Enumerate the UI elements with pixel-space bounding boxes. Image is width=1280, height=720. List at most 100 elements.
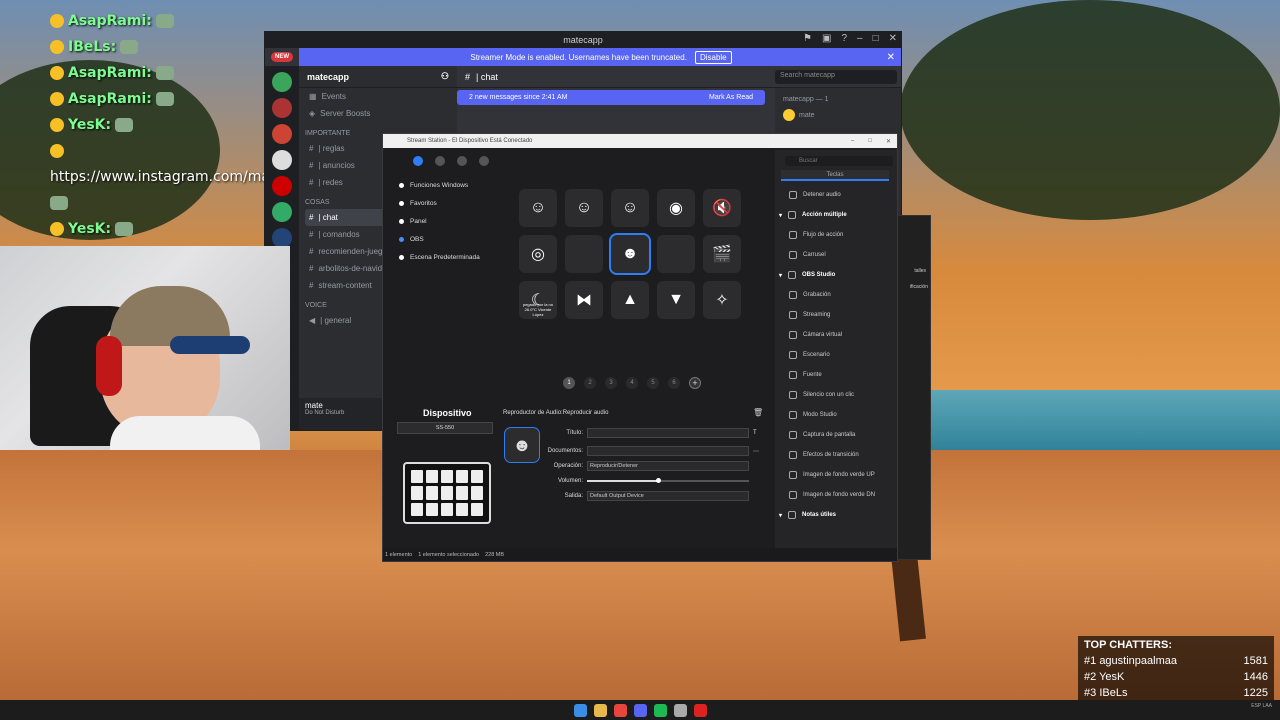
maximize-icon[interactable]: □ xyxy=(873,33,879,44)
menu-item-active[interactable]: OBS xyxy=(399,230,480,248)
person-photo-icon[interactable]: ☺ xyxy=(611,189,649,227)
spotify-icon[interactable] xyxy=(653,703,667,717)
empty-key[interactable] xyxy=(565,235,603,273)
title-input[interactable] xyxy=(587,428,749,438)
chrome-icon[interactable] xyxy=(613,703,627,717)
action-item[interactable]: Silencio con un clic xyxy=(775,385,897,405)
action-category[interactable]: ▾ Acción múltiple xyxy=(775,205,897,225)
action-item[interactable]: Captura de pantalla xyxy=(775,425,897,445)
action-category[interactable]: ▾ Notas útiles xyxy=(775,505,897,525)
menu-item[interactable]: Panel xyxy=(399,212,480,230)
action-search-input[interactable]: Buscar xyxy=(785,156,893,166)
server-icon[interactable] xyxy=(272,150,292,170)
action-item[interactable]: Streaming xyxy=(775,305,897,325)
device-select[interactable]: SS-550 xyxy=(397,422,493,434)
action-category[interactable]: ▾ OBS Studio xyxy=(775,265,897,285)
inbox-icon[interactable]: ⚑ xyxy=(803,33,812,44)
nav-server-boosts[interactable]: ◈ Server Boosts xyxy=(299,105,457,122)
action-item[interactable]: Modo Studio xyxy=(775,405,897,425)
audio-meme-icon[interactable]: ☻ xyxy=(609,233,651,275)
slider-thumb[interactable] xyxy=(656,478,662,483)
boost-icon: ◈ xyxy=(309,109,316,118)
action-item[interactable]: Flujo de acción xyxy=(775,225,897,245)
action-item[interactable]: Fuente xyxy=(775,365,897,385)
mute-speaker-icon[interactable]: 🔇 xyxy=(703,189,741,227)
close-icon[interactable]: ✕ xyxy=(887,52,895,63)
obs-icon[interactable]: ◎ xyxy=(519,235,557,273)
image-up-icon[interactable]: ▲ xyxy=(611,281,649,319)
action-icon xyxy=(789,491,797,499)
add-member-icon[interactable]: ⚇ xyxy=(441,71,449,82)
close-icon[interactable]: ✕ xyxy=(889,33,897,44)
person-photo-icon[interactable]: ☺ xyxy=(519,189,557,227)
action-icon xyxy=(788,271,797,279)
output-select[interactable]: Default Output Device xyxy=(587,491,749,501)
page-button[interactable]: 2 xyxy=(584,377,596,389)
action-icon xyxy=(789,391,797,399)
server-name[interactable]: matecapp ⚇ xyxy=(299,66,457,88)
explorer-tab-detalles[interactable]: talles xyxy=(896,268,930,274)
image-down-icon[interactable]: ▼ xyxy=(657,281,695,319)
empty-key[interactable] xyxy=(657,235,695,273)
action-item[interactable]: Grabación xyxy=(775,285,897,305)
server-icon[interactable] xyxy=(272,98,292,118)
explorer-tab-modificacion[interactable]: ificación xyxy=(896,284,930,290)
action-item[interactable]: Cámara virtual xyxy=(775,325,897,345)
menu-item[interactable]: Escena Predeterminada xyxy=(399,248,480,266)
action-item[interactable]: Imagen de fondo verde UP xyxy=(775,465,897,485)
minimize-icon[interactable]: – xyxy=(851,138,854,145)
action-item[interactable]: Imagen de fondo verde DN xyxy=(775,485,897,505)
minimize-icon[interactable]: – xyxy=(857,33,863,44)
nav-events[interactable]: ▦ Events xyxy=(299,88,457,105)
add-page-icon[interactable]: + xyxy=(689,377,701,389)
new-messages-bar[interactable]: 2 new messages since 2:41 AM Mark As Rea… xyxy=(457,90,765,105)
page-button[interactable]: 1 xyxy=(563,377,575,389)
action-item[interactable]: Escenario xyxy=(775,345,897,365)
menu-item[interactable]: Favoritos xyxy=(399,194,480,212)
maximize-icon[interactable]: □ xyxy=(868,138,872,145)
clapper-icon[interactable]: 🎬 xyxy=(703,235,741,273)
server-icon[interactable] xyxy=(272,124,292,144)
action-item[interactable]: Carrusel xyxy=(775,245,897,265)
webcam-icon[interactable]: ◉ xyxy=(657,189,695,227)
action-item[interactable]: Detener audio xyxy=(775,185,897,205)
server-icon[interactable] xyxy=(272,228,292,248)
help-icon[interactable]: ? xyxy=(841,33,847,44)
text-format-icon[interactable]: T xyxy=(753,430,757,436)
github-icon[interactable] xyxy=(673,703,687,717)
trash-icon[interactable]: 🗑 xyxy=(753,408,763,417)
volume-slider[interactable] xyxy=(587,476,749,486)
operation-select[interactable]: Reproducir/Detener xyxy=(587,461,749,471)
mark-as-read-button[interactable]: Mark As Read xyxy=(709,94,753,101)
menu-item[interactable]: Funciones Windows xyxy=(399,176,480,194)
multi-action-icon[interactable]: ⧓ xyxy=(565,281,603,319)
windows-start-icon[interactable] xyxy=(573,703,587,717)
file-explorer-icon[interactable] xyxy=(593,703,607,717)
server-icon[interactable] xyxy=(272,72,292,92)
screen-icon[interactable]: ▣ xyxy=(822,33,831,44)
action-item[interactable]: Efectos de transición xyxy=(775,445,897,465)
person-photo-icon[interactable]: ☺ xyxy=(565,189,603,227)
member-item[interactable]: mate xyxy=(783,109,895,121)
close-icon[interactable]: ✕ xyxy=(886,138,891,145)
tab-teclas[interactable]: Teclas xyxy=(781,170,889,181)
help-icon[interactable] xyxy=(457,156,467,166)
page-button[interactable]: 6 xyxy=(668,377,680,389)
settings-icon[interactable] xyxy=(479,156,489,166)
documents-input[interactable] xyxy=(587,446,749,456)
launcher-icon[interactable]: ✧ xyxy=(703,281,741,319)
page-button[interactable]: 5 xyxy=(647,377,659,389)
page-button[interactable]: 3 xyxy=(605,377,617,389)
folder-icon[interactable]: ⋯ xyxy=(753,448,759,455)
page-button[interactable]: 4 xyxy=(626,377,638,389)
discord-icon[interactable] xyxy=(633,703,647,717)
home-icon[interactable] xyxy=(413,156,423,166)
search-input[interactable]: Search matecapp xyxy=(775,70,897,84)
stream-station-icon[interactable] xyxy=(693,703,707,717)
server-icon[interactable] xyxy=(272,202,292,222)
weather-icon[interactable]: ☾ pegado por la no 26.0°C Vicente López xyxy=(519,281,557,319)
disable-button[interactable]: Disable xyxy=(694,50,732,64)
language-indicator[interactable]: ESP LAA xyxy=(1251,703,1272,709)
server-icon[interactable] xyxy=(272,176,292,196)
plugin-icon[interactable] xyxy=(435,156,445,166)
